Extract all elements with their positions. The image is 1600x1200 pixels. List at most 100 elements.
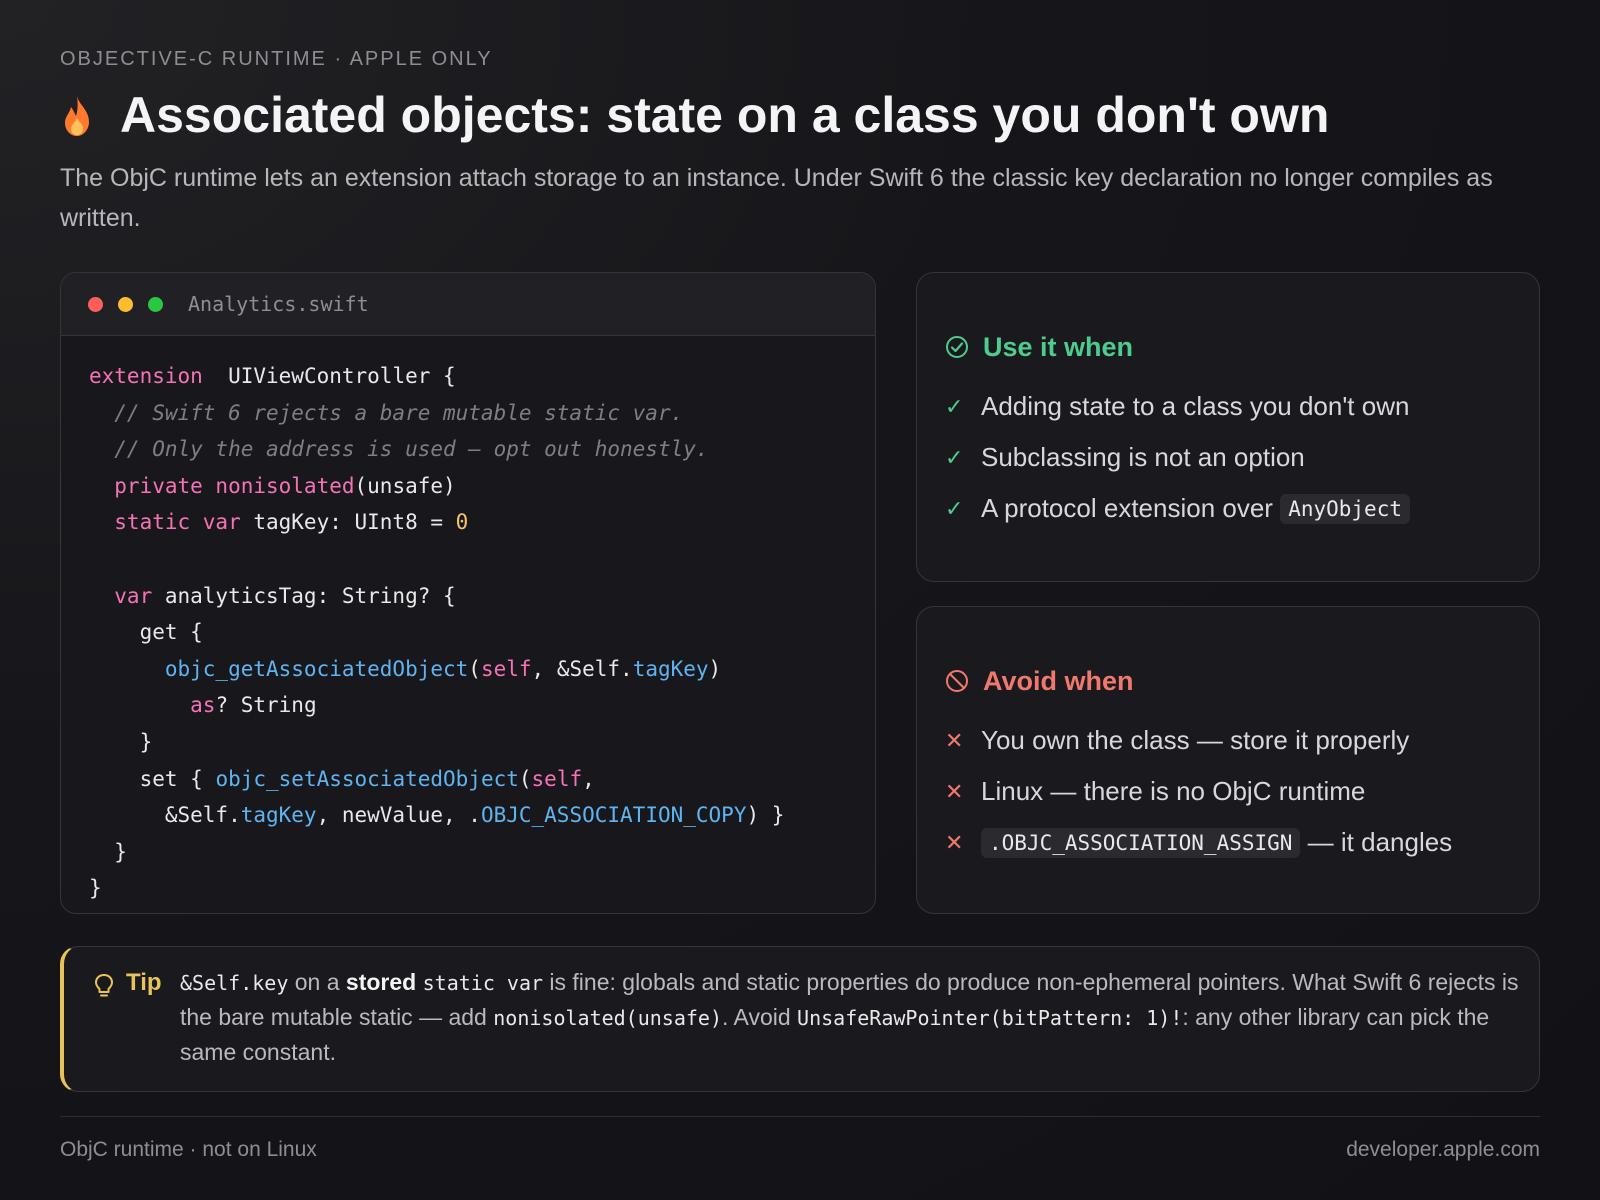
tip-text-run: . Avoid (722, 1004, 798, 1030)
lightbulb-icon (95, 974, 113, 997)
code-token: var (89, 583, 153, 608)
inline-code: UnsafeRawPointer(bitPattern: 1)! (797, 1006, 1183, 1030)
code-line: // Swift 6 rejects a bare mutable static… (89, 401, 683, 425)
code-token: ( (468, 656, 481, 681)
avoid-when-panel: Avoid when ✕ You own the class — store i… (916, 606, 1540, 914)
eyebrow: OBJECTIVE-C RUNTIME · APPLE ONLY (60, 48, 493, 70)
footer-left: ObjC runtime · not on Linux (60, 1138, 317, 1161)
bold-text: stored (345, 969, 417, 995)
code-token: // Only the address is used — opt out ho… (89, 437, 709, 462)
code-line: get { (89, 620, 203, 644)
code-token: ( (518, 766, 532, 791)
list-item: ✓ Subclassing is not an option (945, 432, 1539, 483)
list-item: ✕ Linux — there is no ObjC runtime (945, 766, 1539, 817)
code-token: UIViewController { (202, 364, 456, 388)
code-token: , (582, 766, 595, 791)
code-filename: Analytics.swift (188, 292, 369, 316)
page-title: Associated objects: state on a class you… (120, 87, 1330, 143)
window-close-dot (88, 296, 103, 312)
code-token: tagKey: UInt8 = (240, 510, 456, 535)
code-token: (unsafe) (354, 473, 456, 498)
title-row: Associated objects: state on a class you… (60, 86, 1329, 144)
code-line: &Self.tagKey, newValue, .OBJC_ASSOCIATIO… (89, 803, 785, 828)
code-token: OBJC_ASSOCIATION_COPY (480, 803, 747, 828)
inline-code: &Self.key (180, 971, 289, 995)
code-line: } (89, 876, 102, 900)
code-token: objc_getAssociatedObject (89, 656, 469, 681)
code-line: extension UIViewController { (89, 364, 456, 388)
code-token: self (480, 656, 532, 681)
code-token: set { (89, 766, 216, 791)
code-token: extension (89, 364, 203, 388)
list-item-text: You own the class — store it properly (981, 725, 1410, 755)
list-item-text: A protocol extension over (981, 493, 1281, 523)
footer-right: developer.apple.com (1346, 1138, 1540, 1161)
code-line: } (89, 729, 153, 754)
avoid-when-title: Avoid when (983, 665, 1134, 696)
code-line: } (89, 840, 127, 864)
check-circle-icon (946, 336, 968, 358)
code-token: tagKey (632, 656, 709, 681)
code-token: ) (708, 656, 722, 681)
prohibited-icon (946, 670, 968, 692)
avoid-when-header: Avoid when (945, 663, 1539, 699)
code-token: tagKey (240, 803, 317, 828)
code-token: 0 (455, 510, 469, 535)
code-token: analyticsTag: String? { (152, 583, 456, 608)
window-minimize-dot (118, 296, 133, 312)
use-when-title: Use it when (983, 331, 1134, 362)
list-item: ✕ .OBJC_ASSOCIATION_ASSIGN — it dangles (945, 817, 1539, 868)
tip-label: Tip (126, 969, 162, 996)
cross-icon: ✕ (945, 778, 964, 804)
list-item-text: Adding state to a class you don't own (981, 391, 1410, 421)
code-block: extension UIViewController { // Swift 6 … (61, 336, 875, 907)
check-icon: ✓ (945, 495, 964, 521)
code-line: set { objc_setAssociatedObject(self, (89, 767, 595, 791)
code-token: , newValue, . (316, 803, 481, 828)
list-item-text: Subclassing is not an option (981, 442, 1305, 472)
check-icon: ✓ (945, 444, 964, 470)
check-icon: ✓ (945, 393, 964, 419)
code-token: , &Self. (531, 656, 633, 681)
code-token: self (531, 766, 583, 791)
code-token: as (89, 693, 216, 718)
code-token: ) } (746, 803, 785, 828)
code-line: var analyticsTag: String? { (89, 583, 456, 608)
code-line: // Only the address is used — opt out ho… (89, 437, 709, 462)
inline-code: static var (422, 971, 544, 995)
code-token: &Self. (89, 803, 241, 828)
code-token: } (89, 876, 102, 901)
code-line: private nonisolated(unsafe) (89, 473, 456, 498)
list-item-text: Linux — there is no ObjC runtime (981, 776, 1366, 806)
list-item: ✓ Adding state to a class you don't own (945, 381, 1539, 432)
code-token: private nonisolated (89, 473, 355, 498)
cross-icon: ✕ (945, 829, 964, 855)
flame-icon (65, 96, 89, 136)
cross-icon: ✕ (945, 727, 964, 753)
tip-text: &Self.key on a stored static var is fine… (180, 965, 1520, 1069)
list-item: ✓ A protocol extension over AnyObject (945, 483, 1539, 534)
code-token: static var (89, 510, 241, 535)
code-chip: .OBJC_ASSOCIATION_ASSIGN (981, 827, 1301, 858)
tip-callout: Tip &Self.key on a stored static var is … (60, 946, 1540, 1092)
use-when-header: Use it when (945, 329, 1539, 365)
code-line: objc_getAssociatedObject(self, &Self.tag… (89, 657, 721, 681)
footer-divider (60, 1116, 1540, 1117)
code-token: get { (89, 620, 203, 645)
tip-text-run: on a (288, 969, 346, 995)
code-line: static var tagKey: UInt8 = 0 (89, 510, 468, 534)
code-token: objc_setAssociatedObject (215, 766, 519, 791)
code-token: ? String (215, 693, 317, 718)
code-token: } (89, 729, 153, 754)
code-token: // Swift 6 rejects a bare mutable static… (89, 400, 684, 425)
use-when-panel: Use it when ✓ Adding state to a class yo… (916, 272, 1540, 582)
code-token: } (89, 839, 127, 864)
code-card-header: Analytics.swift (61, 273, 875, 336)
lede-paragraph: The ObjC runtime lets an extension attac… (60, 164, 1493, 232)
window-zoom-dot (148, 296, 163, 312)
code-card: Analytics.swift extension UIViewControll… (60, 272, 876, 914)
code-chip: AnyObject (1280, 493, 1410, 524)
list-item-text: — it dangles (1300, 827, 1453, 857)
code-line: as? String (89, 693, 317, 718)
list-item: ✕ You own the class — store it properly (945, 715, 1539, 766)
